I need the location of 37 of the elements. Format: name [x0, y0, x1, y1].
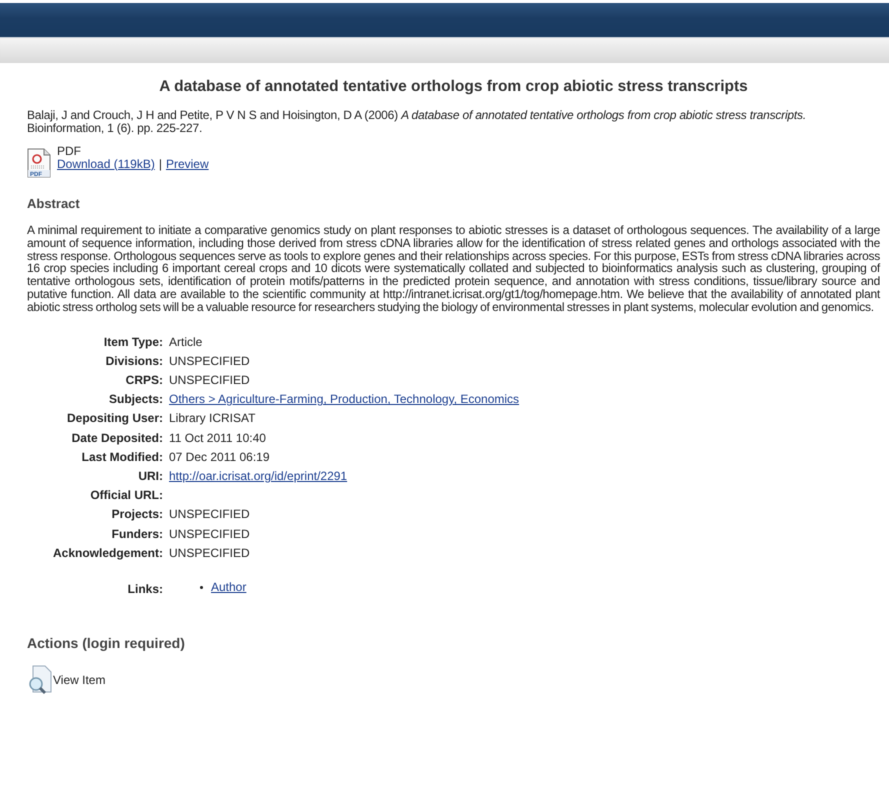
section-heading: Actions (login required)	[27, 635, 186, 652]
field-value: Article	[169, 334, 204, 351]
field-value: UNSPECIFIED	[169, 506, 251, 524]
field-label: Projects:	[110, 506, 163, 524]
author-link[interactable]: Author	[211, 580, 246, 594]
preview-link[interactable]: Preview	[166, 158, 209, 171]
bullet-icon	[200, 586, 203, 589]
field-label: Official URL:	[89, 487, 163, 504]
field-label: Acknowledgement:	[52, 544, 163, 562]
field-label: Date Deposited:	[70, 430, 163, 447]
field-label: CRPS:	[124, 372, 163, 389]
field-value: 11 Oct 2011 10:40	[169, 430, 267, 447]
field-value: UNSPECIFIED	[169, 372, 251, 389]
field-label: Last Modified:	[80, 448, 163, 466]
field-label: Links:	[126, 581, 163, 598]
citation-text: Balaji, J and Crouch, J H and Petite, P V N S and Hoisington, D A (2006) A database of annotated tentative orthologs from crop abiotic stress transcripts. Bioinformation, 1 (6). pp. 225-227.	[27, 109, 807, 135]
field-link[interactable]: http://oar.icrisat.org/id/eprint/2291	[169, 467, 520, 486]
field-value: UNSPECIFIED	[169, 544, 251, 562]
abstract-text: A minimal requirement to initiate a comparative genomics study on plant responses to abiotic stresses is a dataset of orthologous sequences. The availability of a large amount of sequence information, including those derived from stress cDNA libraries allow for the identification of stress related genes and orthologs associated with the stress response. Orthologous sequences serve as tools to explore genes and their relationships across species. For this purpose, ESTs from stress cDNA libraries across 16 crop species including 6 important cereal crops and 10 dicots were systematically collated and subjected to bioinformatics analysis such as clustering, grouping of tentative orthologous sets, identification of protein motifs/patterns in the predicted protein sequence, and annotation with stress conditions, tissue/library source and putative function. All data are available to the scientific community at http://intranet.icrisat.org/gt1/tog/homepage.htm. We believe that the availability of annotated plant abiotic stress ortholog sets will be a valuable resource for researchers studying the biology of environmental stresses in plant systems, molecular evolution and genomics.	[27, 224, 880, 314]
download-link[interactable]: Download (119kB)	[57, 158, 155, 171]
field-label: URI:	[137, 468, 163, 485]
field-label: Depositing User:	[66, 410, 163, 428]
view-item-label[interactable]: View Item	[53, 673, 106, 688]
separator: |	[158, 158, 162, 171]
field-label: Funders:	[110, 526, 163, 543]
field-label: Divisions:	[104, 352, 163, 370]
field-link[interactable]: Others > Agriculture-Farming, Production, Technology, Economics	[169, 390, 520, 410]
field-value: 07 Dec 2011 06:19	[169, 448, 271, 466]
field-value: UNSPECIFIED	[169, 526, 251, 543]
magnifier-document-icon[interactable]	[27, 665, 53, 696]
field-value: UNSPECIFIED	[169, 352, 251, 370]
field-label: Subjects:	[108, 391, 163, 408]
page-title: A database of annotated tentative orthologs from crop abiotic stress transcripts	[158, 78, 749, 96]
field-value: Library ICRISAT	[169, 410, 256, 428]
section-heading: Abstract	[27, 196, 81, 211]
field-label: Item Type:	[102, 334, 163, 351]
file-format-label: PDF	[57, 145, 82, 158]
